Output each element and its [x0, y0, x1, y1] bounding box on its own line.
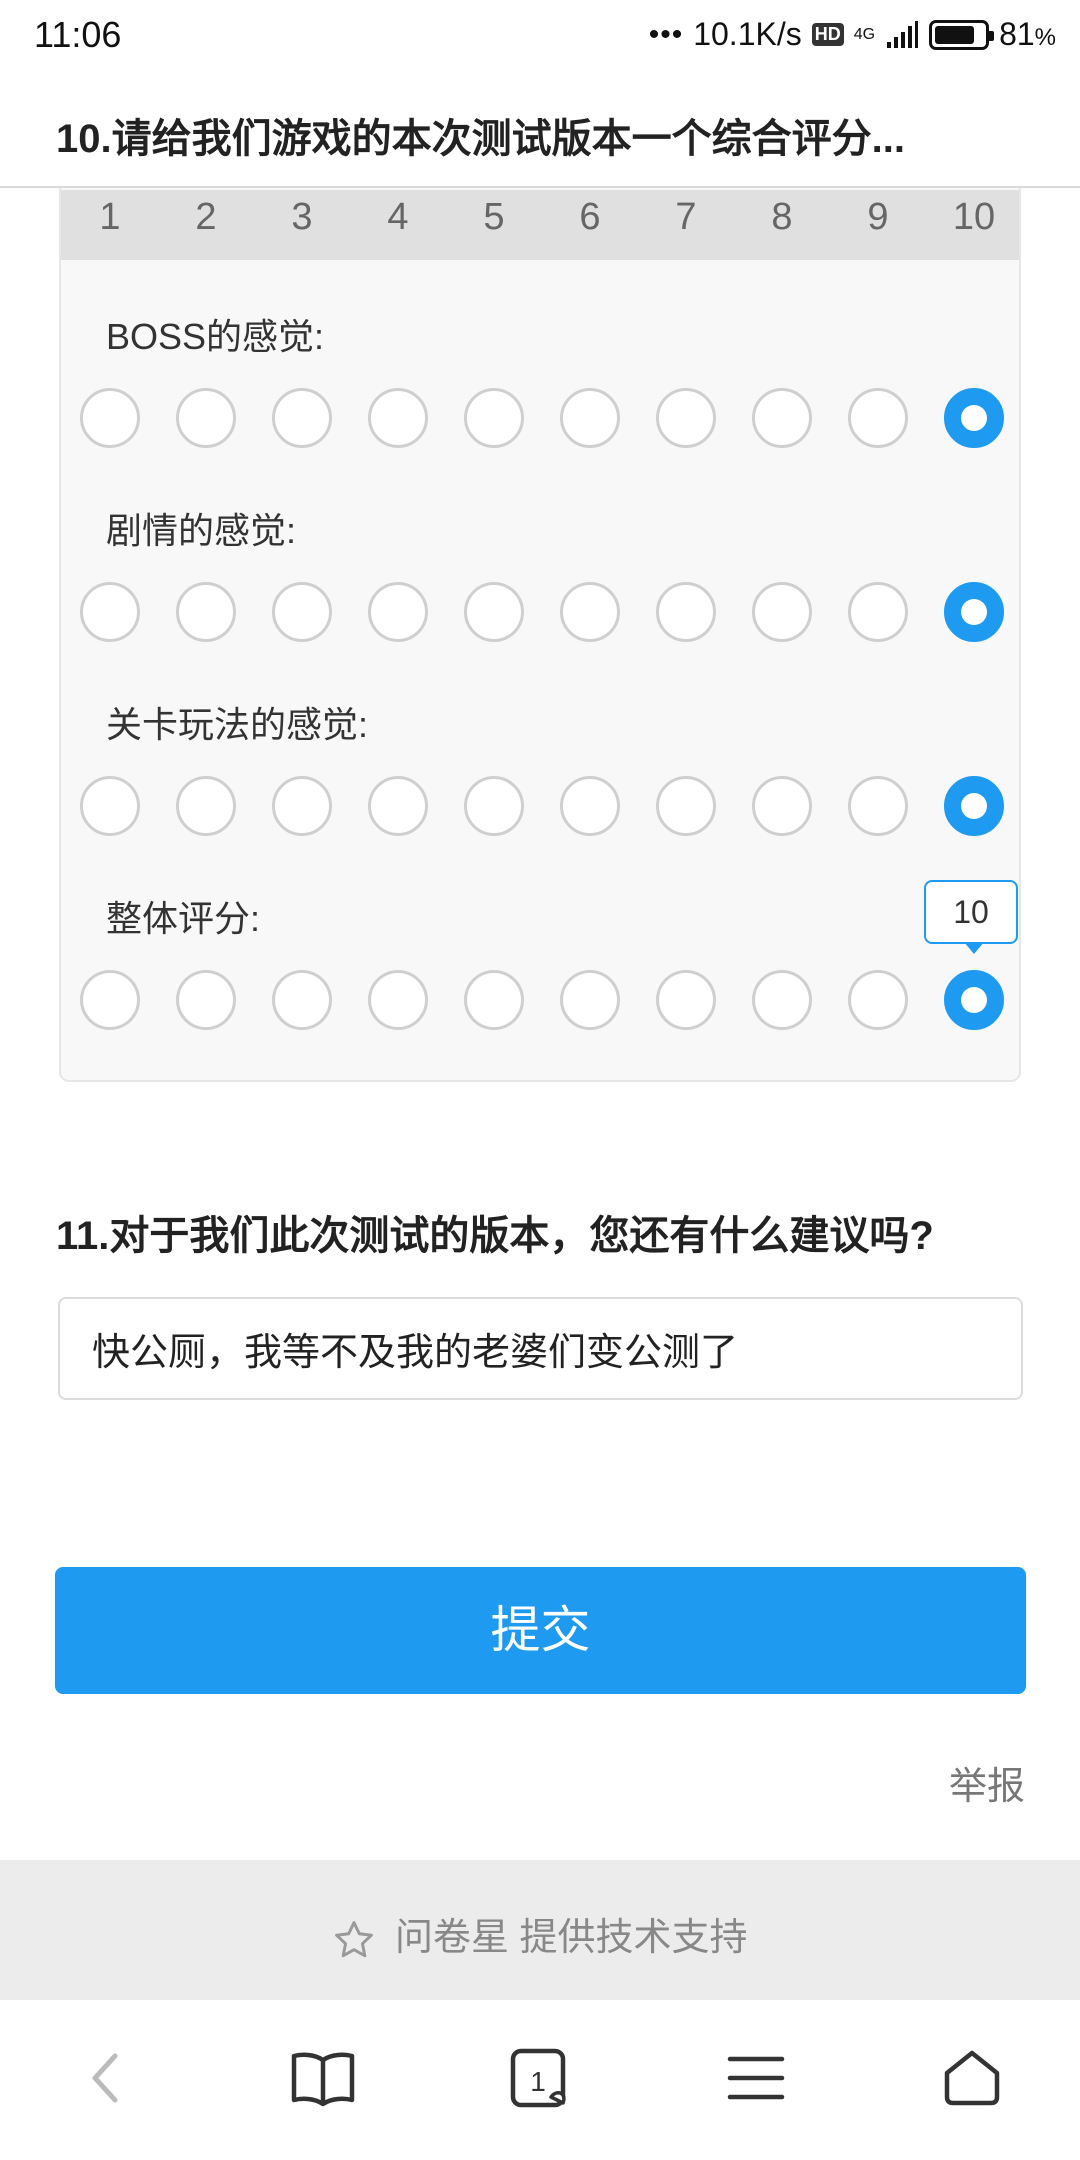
menu-button[interactable] — [716, 2038, 796, 2118]
rating-radio[interactable] — [656, 970, 716, 1030]
back-icon — [92, 2053, 118, 2103]
signal-icon — [887, 20, 919, 48]
scale-number: 4 — [387, 196, 409, 238]
rating-radio[interactable] — [272, 388, 332, 448]
rating-radio[interactable] — [464, 388, 524, 448]
rating-radio[interactable] — [656, 582, 716, 642]
footer-text: 问卷星 提供技术支持 — [395, 1917, 748, 1959]
scale-number: 1 — [99, 196, 121, 238]
question10-sticky-header: 10.请给我们游戏的本次测试版本一个综合评分... — [0, 76, 1080, 188]
scale-number: 2 — [195, 196, 217, 238]
scale-number: 9 — [867, 196, 889, 238]
battery-percent: 81 — [999, 16, 1035, 52]
footer: 问卷星 提供技术支持 — [0, 1860, 1080, 2000]
suggestion-input[interactable] — [58, 1297, 1023, 1400]
rating-radio[interactable] — [752, 582, 812, 642]
rating-radio[interactable] — [848, 776, 908, 836]
scale-number: 10 — [952, 196, 996, 238]
matrix-row-label: 整体评分: — [106, 898, 261, 939]
question10-matrix: 1 2 3 4 5 6 7 8 9 10 10 BOSS的感觉: 剧情的感觉: 关卡玩法的感觉: 整体评… — [59, 110, 1021, 1082]
rating-radio[interactable] — [272, 582, 332, 642]
matrix-row-label: BOSS的感觉: — [106, 316, 325, 357]
battery-icon — [929, 19, 995, 50]
rating-radio[interactable] — [656, 388, 716, 448]
matrix-row-label: 关卡玩法的感觉: — [106, 704, 369, 745]
scale-number: 3 — [291, 196, 313, 238]
rating-radio[interactable] — [368, 582, 428, 642]
status-bar: 11:06 ••• 10.1K/s HD 4G 81% — [0, 0, 1080, 76]
selected-value-tooltip: 10 — [924, 880, 1018, 954]
question10-title: 10.请给我们游戏的本次测试版本一个综合评分... — [56, 117, 905, 161]
tab-count: 1 — [530, 2066, 546, 2097]
rating-radio[interactable] — [272, 970, 332, 1030]
tabs-button[interactable]: 1 — [500, 2038, 580, 2118]
bookmarks-button[interactable] — [283, 2038, 363, 2118]
back-button[interactable] — [66, 2038, 146, 2118]
scale-number: 6 — [579, 196, 601, 238]
rating-radio[interactable] — [848, 388, 908, 448]
rating-radio[interactable] — [80, 970, 140, 1030]
rating-radio[interactable] — [656, 776, 716, 836]
star-icon — [335, 1921, 374, 1958]
matrix-row-label: 剧情的感觉: — [106, 510, 297, 551]
status-indicators: ••• 10.1K/s HD 4G 81% — [649, 16, 1056, 53]
battery-suffix: % — [1034, 24, 1056, 51]
tabs-icon: 1 — [510, 2048, 566, 2108]
rating-radio[interactable] — [272, 776, 332, 836]
rating-radio[interactable] — [176, 388, 236, 448]
status-time: 11:06 — [34, 14, 122, 55]
rating-radio[interactable] — [80, 776, 140, 836]
rating-radio[interactable] — [560, 582, 620, 642]
rating-radio[interactable] — [560, 776, 620, 836]
rating-radio[interactable] — [560, 388, 620, 448]
rating-radio[interactable] — [464, 582, 524, 642]
question11-title: 11.对于我们此次测试的版本，您还有什么建议吗? — [56, 1214, 934, 1258]
notification-dots-icon: ••• — [648, 17, 684, 51]
rating-radio[interactable] — [944, 582, 1004, 642]
scale-number: 7 — [675, 196, 697, 238]
rating-radio[interactable] — [848, 970, 908, 1030]
home-icon — [944, 2050, 1000, 2106]
rating-radio[interactable] — [848, 582, 908, 642]
rating-radio[interactable] — [752, 776, 812, 836]
rating-radio[interactable] — [368, 970, 428, 1030]
rating-radio[interactable] — [368, 776, 428, 836]
rating-radio[interactable] — [944, 970, 1004, 1030]
rating-radio[interactable] — [560, 970, 620, 1030]
network-type: 4G — [853, 25, 876, 43]
scale-number: 8 — [771, 196, 793, 238]
report-link[interactable]: 举报 — [949, 1755, 1025, 1810]
footer-credit: 问卷星 提供技术支持 — [0, 1906, 1080, 1962]
submit-button[interactable]: 提交 — [55, 1567, 1026, 1694]
rating-radio[interactable] — [176, 970, 236, 1030]
bookmarks-icon — [291, 2052, 355, 2107]
net-speed: 10.1K/s — [693, 16, 802, 52]
menu-icon — [727, 2056, 785, 2100]
battery-text: 81% — [999, 16, 1056, 53]
rating-radio[interactable] — [368, 388, 428, 448]
battery-fill — [935, 25, 974, 44]
rating-radio[interactable] — [944, 388, 1004, 448]
rating-radio[interactable] — [176, 776, 236, 836]
scale-number: 5 — [483, 196, 505, 238]
rating-radio[interactable] — [752, 388, 812, 448]
rating-radio[interactable] — [464, 776, 524, 836]
home-button[interactable] — [932, 2038, 1012, 2118]
rating-radio[interactable] — [752, 970, 812, 1030]
rating-radio[interactable] — [464, 970, 524, 1030]
rating-radio[interactable] — [80, 388, 140, 448]
browser-nav-bar: 1 — [0, 2000, 1080, 2160]
rating-radio[interactable] — [176, 582, 236, 642]
hd-icon: HD — [811, 23, 844, 46]
rating-scale-header: 1 2 3 4 5 6 7 8 9 10 — [61, 190, 1019, 260]
rating-radio[interactable] — [80, 582, 140, 642]
rating-radio[interactable] — [944, 776, 1004, 836]
